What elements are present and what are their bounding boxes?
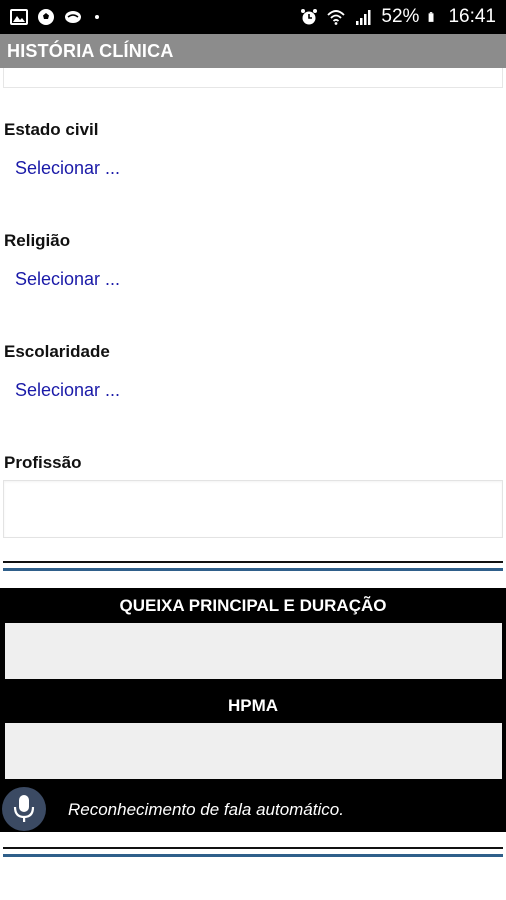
signal-icon <box>356 10 371 25</box>
estado-civil-select[interactable]: Selecionar ... <box>15 158 120 179</box>
app-header: HISTÓRIA CLÍNICA <box>0 34 506 68</box>
estado-civil-label: Estado civil <box>4 120 99 139</box>
queixa-title: QUEIXA PRINCIPAL E DURAÇÃO <box>119 596 387 615</box>
battery-icon <box>429 12 434 22</box>
clock: 16:41 <box>448 6 496 27</box>
status-bar: 52% 16:41 <box>0 0 506 34</box>
religiao-label: Religião <box>4 231 71 250</box>
notification-dot <box>95 15 99 19</box>
escolaridade-select[interactable]: Selecionar ... <box>15 380 120 401</box>
battery-percent: 52% <box>381 6 420 27</box>
wifi-icon <box>327 10 346 25</box>
microphone-button[interactable] <box>2 787 46 831</box>
queixa-input[interactable] <box>5 623 502 679</box>
bottom-divider-line <box>3 847 503 849</box>
status-bar-right: 52% 16:41 <box>300 6 496 28</box>
bottom-divider-line-blue <box>3 854 503 857</box>
speech-recognition-label: Reconhecimento de fala automático. <box>68 800 344 819</box>
image-icon <box>10 9 28 25</box>
alarm-icon <box>301 9 318 25</box>
hpma-title: HPMA <box>227 696 279 715</box>
microphone-icon <box>13 795 35 822</box>
religiao-select[interactable]: Selecionar ... <box>15 269 120 290</box>
profissao-label: Profissão <box>4 453 82 472</box>
profissao-input[interactable] <box>3 480 503 538</box>
hpma-input[interactable] <box>5 723 502 779</box>
escolaridade-label: Escolaridade <box>4 342 110 361</box>
cloud-icon <box>65 11 81 23</box>
soccer-ball-icon <box>38 9 54 25</box>
divider-line <box>3 561 503 563</box>
previous-field-input[interactable] <box>3 68 503 88</box>
page-title: HISTÓRIA CLÍNICA <box>7 40 174 61</box>
status-bar-left <box>10 8 99 26</box>
divider-line-blue <box>3 568 503 571</box>
